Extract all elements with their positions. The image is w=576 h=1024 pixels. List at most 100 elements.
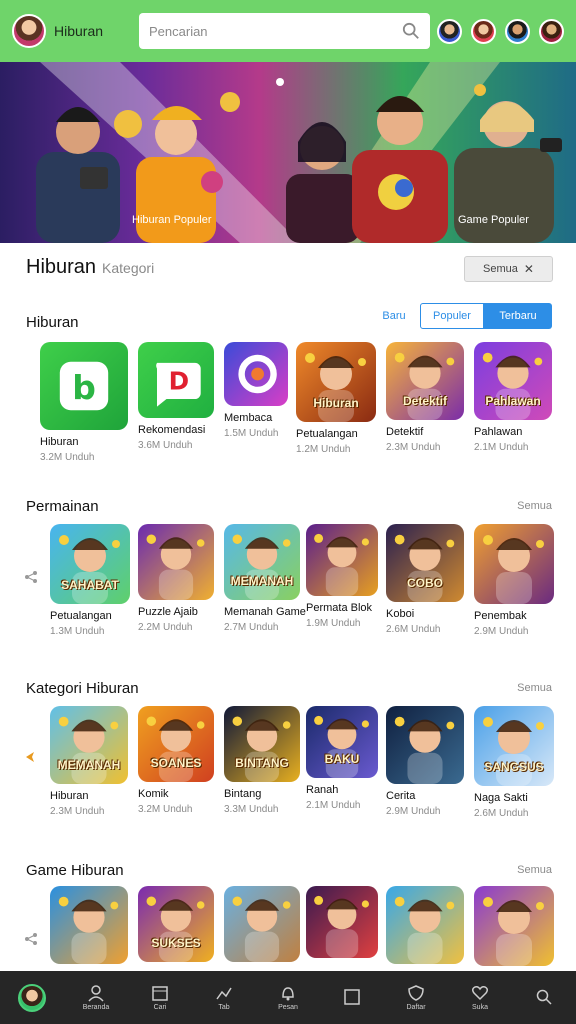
app-card[interactable]: Cerita 2.9M Unduh bbox=[386, 706, 464, 817]
archer-icon[interactable]: MEMANAH bbox=[224, 524, 300, 600]
app-title[interactable]: Membaca bbox=[224, 412, 288, 424]
app-title[interactable]: Petualangan bbox=[296, 428, 376, 440]
app-card[interactable] bbox=[50, 886, 128, 964]
app-card[interactable]: BINTANG Bintang 3.3M Unduh bbox=[224, 706, 300, 815]
adventure-icon[interactable]: SAHABAT bbox=[50, 524, 130, 604]
nav-item[interactable] bbox=[320, 988, 384, 1008]
app-card[interactable]: Puzzle Ajaib 2.2M Unduh bbox=[138, 524, 214, 633]
see-all-button[interactable]: Semua ✕ bbox=[464, 256, 553, 282]
arrow-icon[interactable] bbox=[24, 750, 38, 764]
share-icon[interactable] bbox=[24, 932, 38, 946]
boy-icon[interactable] bbox=[50, 886, 128, 964]
app-card[interactable]: Membaca 1.5M Unduh bbox=[224, 342, 288, 439]
b-app-icon[interactable]: b bbox=[40, 342, 128, 430]
dwarf-icon[interactable] bbox=[224, 886, 300, 962]
app-title[interactable]: Rekomendasi bbox=[138, 424, 214, 436]
tab-popular[interactable]: Populer bbox=[420, 303, 484, 329]
app-title[interactable]: Naga Sakti bbox=[474, 792, 554, 804]
hero-caption-left: Hiburan Populer bbox=[132, 214, 212, 226]
nav-item[interactable]: Beranda bbox=[64, 984, 128, 1011]
nav-item[interactable]: Suka bbox=[448, 984, 512, 1011]
ring-app-icon[interactable] bbox=[224, 342, 288, 406]
app-logo-avatar[interactable] bbox=[12, 14, 46, 48]
tab-new[interactable]: Baru bbox=[368, 310, 420, 322]
app-title[interactable]: Cerita bbox=[386, 790, 464, 802]
d-app-icon[interactable]: D bbox=[138, 342, 214, 418]
app-card[interactable]: Permata Blok 1.9M Unduh bbox=[306, 524, 378, 629]
star-icon[interactable]: BINTANG bbox=[224, 706, 300, 782]
app-title[interactable]: Koboi bbox=[386, 608, 464, 620]
search-icon[interactable] bbox=[402, 22, 420, 40]
see-all-link[interactable]: Semua bbox=[517, 500, 552, 512]
app-card[interactable]: b Hiburan 3.2M Unduh bbox=[40, 342, 128, 463]
app-card[interactable]: SUKSES bbox=[138, 886, 214, 962]
search-bar[interactable]: Pencarian bbox=[139, 13, 430, 49]
app-title[interactable]: Ranah bbox=[306, 784, 378, 796]
hero-banner[interactable]: Hiburan Populer Game Populer bbox=[0, 62, 576, 243]
comic-icon[interactable]: SOANES bbox=[138, 706, 214, 782]
app-title[interactable]: Detektif bbox=[386, 426, 464, 438]
app-card[interactable]: SAHABAT Petualangan 1.3M Unduh bbox=[50, 524, 130, 637]
friend-avatar[interactable] bbox=[437, 18, 462, 44]
share-icon[interactable] bbox=[24, 570, 38, 584]
tile-art bbox=[394, 896, 455, 964]
nav-item[interactable] bbox=[512, 988, 576, 1008]
app-title[interactable]: Penembak bbox=[474, 610, 554, 622]
coin-icon[interactable] bbox=[386, 886, 464, 964]
nav-item[interactable] bbox=[0, 983, 64, 1012]
app-card[interactable]: D Rekomendasi 3.6M Unduh bbox=[138, 342, 214, 451]
puzzle-icon[interactable] bbox=[138, 524, 214, 600]
ring-icon[interactable] bbox=[474, 886, 554, 966]
app-card[interactable] bbox=[224, 886, 300, 962]
friend-avatar[interactable] bbox=[505, 18, 530, 44]
cowboy-icon[interactable]: COBO bbox=[386, 524, 464, 602]
gem-icon[interactable] bbox=[306, 524, 378, 596]
see-all-link[interactable]: Semua bbox=[517, 864, 552, 876]
app-title[interactable]: Komik bbox=[138, 788, 214, 800]
app-title[interactable]: Puzzle Ajaib bbox=[138, 606, 214, 618]
app-card[interactable] bbox=[386, 886, 464, 964]
app-title[interactable]: Pahlawan bbox=[474, 426, 552, 438]
soldier-icon[interactable] bbox=[386, 706, 464, 784]
app-card[interactable]: SANGSUS Naga Sakti 2.6M Unduh bbox=[474, 706, 554, 819]
friend-avatar[interactable] bbox=[471, 18, 496, 44]
cowboy-icon[interactable]: Detektif bbox=[386, 342, 464, 420]
gunner-icon[interactable] bbox=[474, 524, 554, 604]
nav-item[interactable]: Daftar bbox=[384, 984, 448, 1011]
tile-label: SUKSES bbox=[151, 936, 201, 950]
app-card[interactable]: BAKU Ranah 2.1M Unduh bbox=[306, 706, 378, 811]
nav-item[interactable]: Tab bbox=[192, 984, 256, 1011]
app-card[interactable] bbox=[306, 886, 378, 958]
wizard-icon[interactable]: SUKSES bbox=[138, 886, 214, 962]
app-card[interactable]: COBO Koboi 2.6M Unduh bbox=[386, 524, 464, 635]
chart-icon bbox=[216, 987, 232, 1000]
app-card[interactable]: Pahlawan Pahlawan 2.1M Unduh bbox=[474, 342, 552, 453]
app-title[interactable]: Memanah Game bbox=[224, 606, 306, 618]
detective-icon[interactable]: MEMANAH bbox=[50, 706, 128, 784]
app-card[interactable] bbox=[474, 886, 554, 966]
app-title[interactable]: Hiburan bbox=[50, 790, 128, 802]
winged-icon[interactable]: SANGSUS bbox=[474, 706, 554, 786]
app-title[interactable]: Permata Blok bbox=[306, 602, 378, 614]
warrior-icon[interactable]: BAKU bbox=[306, 706, 378, 778]
nav-label: Daftar bbox=[406, 1004, 426, 1011]
hero-girl-icon[interactable]: Hiburan bbox=[296, 342, 376, 422]
see-all-link[interactable]: Semua bbox=[517, 682, 552, 694]
search-input[interactable]: Pencarian bbox=[149, 24, 402, 39]
app-card[interactable]: MEMANAH Hiburan 2.3M Unduh bbox=[50, 706, 128, 817]
app-title[interactable]: Petualangan bbox=[50, 610, 130, 622]
pirate-icon[interactable]: Pahlawan bbox=[474, 342, 552, 420]
app-title[interactable]: Hiburan bbox=[40, 436, 128, 448]
app-card[interactable]: SOANES Komik 3.2M Unduh bbox=[138, 706, 214, 815]
tab-latest[interactable]: Terbaru bbox=[484, 303, 552, 329]
profile-avatar-icon[interactable] bbox=[18, 983, 46, 1012]
nav-item[interactable]: Cari bbox=[128, 984, 192, 1011]
app-card[interactable]: MEMANAH Memanah Game 2.7M Unduh bbox=[224, 524, 306, 633]
app-card[interactable]: Penembak 2.9M Unduh bbox=[474, 524, 554, 637]
app-card[interactable]: Hiburan Petualangan 1.2M Unduh bbox=[296, 342, 376, 455]
friend-avatar[interactable] bbox=[539, 18, 564, 44]
app-card[interactable]: Detektif Detektif 2.3M Unduh bbox=[386, 342, 464, 453]
app-title[interactable]: Bintang bbox=[224, 788, 300, 800]
ninja-icon[interactable] bbox=[306, 886, 378, 958]
nav-item[interactable]: Pesan bbox=[256, 984, 320, 1011]
